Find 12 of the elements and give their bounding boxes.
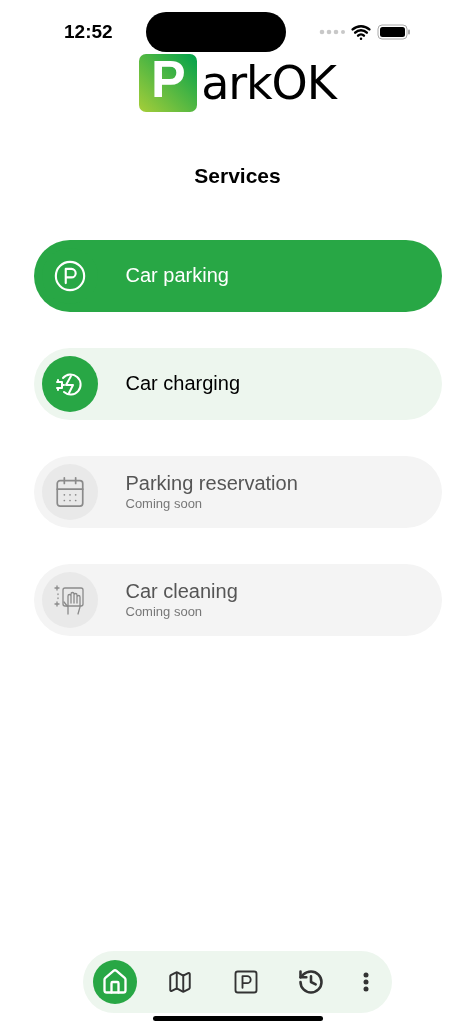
parking-icon <box>52 258 87 293</box>
service-button[interactable]: Car charging <box>33 347 442 420</box>
page-title: Services <box>194 163 281 189</box>
home-icon <box>101 968 129 996</box>
map-icon <box>167 969 194 995</box>
status-time: 12:52 <box>64 19 113 44</box>
more-icon <box>363 972 369 992</box>
history-icon <box>296 968 325 996</box>
wifi-icon <box>351 22 371 42</box>
signal-icon <box>319 29 345 35</box>
app-logo: P arkOK <box>139 54 336 112</box>
battery-icon <box>377 24 411 40</box>
